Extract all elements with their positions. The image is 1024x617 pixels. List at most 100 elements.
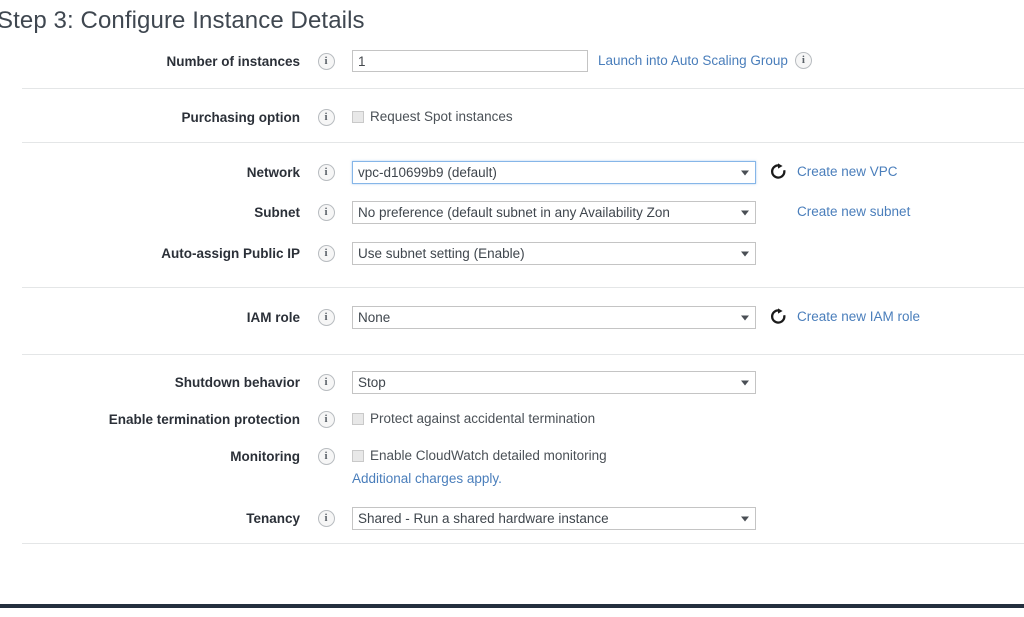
info-icon[interactable]: i — [317, 245, 335, 262]
info-cell-subnet: i — [300, 201, 352, 221]
section-iam-role: IAM role i None Create new IAM role — [0, 288, 1024, 354]
info-cell-auto-assign-public-ip: i — [300, 242, 352, 262]
info-cell-tenancy: i — [300, 507, 352, 527]
row-subnet: Subnet i No preference (default subnet i… — [0, 201, 1024, 242]
label-iam-role: IAM role — [246, 310, 300, 325]
create-new-subnet-link[interactable]: Create new subnet — [797, 201, 910, 219]
section-network: Network i vpc-d10699b9 (default) Create … — [0, 143, 1024, 287]
row-auto-assign-public-ip: Auto-assign Public IP i Use subnet setti… — [0, 242, 1024, 272]
tenancy-select[interactable]: Shared - Run a shared hardware instance — [352, 507, 756, 530]
field-purchasing-option: Request Spot instances — [352, 106, 1024, 124]
label-monitoring: Monitoring — [230, 449, 300, 464]
checkbox-icon[interactable] — [352, 412, 364, 425]
tenancy-select-value: Shared - Run a shared hardware instance — [358, 511, 609, 526]
info-cell-purchasing-option: i — [300, 106, 352, 126]
network-select[interactable]: vpc-d10699b9 (default) — [352, 161, 756, 184]
field-network: vpc-d10699b9 (default) Create new VPC — [352, 161, 1024, 184]
create-new-iam-role-link[interactable]: Create new IAM role — [797, 306, 920, 324]
subnet-select-value: No preference (default subnet in any Ava… — [358, 205, 670, 220]
label-number-of-instances: Number of instances — [166, 54, 300, 69]
row-shutdown-behavior: Shutdown behavior i Stop — [0, 371, 1024, 408]
info-icon[interactable]: i — [317, 204, 335, 221]
auto-assign-public-ip-select-value: Use subnet setting (Enable) — [358, 246, 525, 261]
section-advanced: Shutdown behavior i Stop Enable terminat… — [0, 355, 1024, 543]
subnet-actions: Create new subnet — [756, 201, 910, 219]
page-title: Step 3: Configure Instance Details — [0, 7, 365, 34]
termination-protection-label: Protect against accidental termination — [370, 411, 596, 426]
field-iam-role: None Create new IAM role — [352, 306, 1024, 329]
chevron-down-icon — [741, 380, 749, 385]
field-auto-assign-public-ip: Use subnet setting (Enable) — [352, 242, 1024, 265]
refresh-icon[interactable] — [770, 163, 787, 180]
label-termination-protection: Enable termination protection — [108, 412, 300, 427]
info-cell-shutdown-behavior: i — [300, 371, 352, 391]
chevron-down-icon — [741, 170, 749, 175]
launch-asg-wrap: Launch into Auto Scaling Group i — [598, 50, 812, 69]
create-new-vpc-link[interactable]: Create new VPC — [797, 161, 898, 179]
chevron-down-icon — [741, 315, 749, 320]
info-icon[interactable]: i — [317, 53, 335, 70]
termination-protection-checkbox-row[interactable]: Protect against accidental termination — [352, 408, 595, 426]
network-actions: Create new VPC — [756, 161, 898, 179]
info-cell-network: i — [300, 161, 352, 181]
info-icon[interactable]: i — [317, 411, 335, 428]
chevron-down-icon — [741, 516, 749, 521]
info-icon[interactable]: i — [317, 374, 335, 391]
info-cell-iam-role: i — [300, 306, 352, 326]
network-select-value: vpc-d10699b9 (default) — [358, 165, 497, 180]
checkbox-icon[interactable] — [352, 449, 364, 462]
instance-details-form: Number of instances i Launch into Auto S… — [0, 50, 1024, 544]
iam-role-select-value: None — [358, 310, 391, 325]
shutdown-behavior-select[interactable]: Stop — [352, 371, 756, 394]
label-subnet: Subnet — [254, 205, 300, 220]
checkbox-icon[interactable] — [352, 110, 364, 123]
info-icon[interactable]: i — [317, 309, 335, 326]
label-tenancy: Tenancy — [246, 511, 300, 526]
monitoring-label: Enable CloudWatch detailed monitoring — [370, 448, 607, 463]
shutdown-behavior-select-value: Stop — [358, 375, 386, 390]
row-tenancy: Tenancy i Shared - Run a shared hardware… — [0, 507, 1024, 543]
row-network: Network i vpc-d10699b9 (default) Create … — [0, 161, 1024, 201]
section-instances: Number of instances i Launch into Auto S… — [0, 50, 1024, 88]
field-subnet: No preference (default subnet in any Ava… — [352, 201, 1024, 224]
request-spot-instances-label: Request Spot instances — [370, 109, 513, 124]
field-tenancy: Shared - Run a shared hardware instance — [352, 507, 1024, 530]
label-network: Network — [246, 165, 300, 180]
info-icon[interactable]: i — [317, 510, 335, 527]
info-cell-termination-protection: i — [300, 408, 352, 428]
field-monitoring: Enable CloudWatch detailed monitoring Ad… — [352, 445, 1024, 488]
info-icon[interactable]: i — [317, 448, 335, 465]
label-auto-assign-public-ip: Auto-assign Public IP — [161, 246, 300, 261]
additional-charges-apply-link[interactable]: Additional charges apply. — [352, 471, 502, 486]
monitoring-charges-line: Additional charges apply. — [352, 468, 1024, 488]
launch-into-auto-scaling-group-link[interactable]: Launch into Auto Scaling Group — [598, 53, 788, 68]
field-number-of-instances: Launch into Auto Scaling Group i — [352, 50, 1024, 72]
info-icon[interactable]: i — [317, 109, 335, 126]
chevron-down-icon — [741, 210, 749, 215]
iam-role-actions: Create new IAM role — [756, 306, 920, 324]
row-purchasing-option: Purchasing option i Request Spot instanc… — [0, 89, 1024, 142]
section-purchasing: Purchasing option i Request Spot instanc… — [0, 89, 1024, 142]
field-shutdown-behavior: Stop — [352, 371, 1024, 394]
row-termination-protection: Enable termination protection i Protect … — [0, 408, 1024, 445]
request-spot-instances-checkbox-row[interactable]: Request Spot instances — [352, 106, 513, 124]
info-icon[interactable]: i — [317, 164, 335, 181]
section-divider — [22, 543, 1024, 544]
label-purchasing-option: Purchasing option — [181, 110, 300, 125]
row-iam-role: IAM role i None Create new IAM role — [0, 306, 1024, 336]
iam-role-select[interactable]: None — [352, 306, 756, 329]
chevron-down-icon — [741, 251, 749, 256]
subnet-select[interactable]: No preference (default subnet in any Ava… — [352, 201, 756, 224]
monitoring-checkbox-row[interactable]: Enable CloudWatch detailed monitoring — [352, 445, 1024, 463]
info-icon[interactable]: i — [794, 52, 812, 69]
configure-instance-details-page: Step 3: Configure Instance Details Numbe… — [0, 0, 1024, 617]
refresh-icon[interactable] — [770, 308, 787, 325]
auto-assign-public-ip-select[interactable]: Use subnet setting (Enable) — [352, 242, 756, 265]
footer-rule — [0, 604, 1024, 608]
field-termination-protection: Protect against accidental termination — [352, 408, 1024, 426]
info-cell-monitoring: i — [300, 445, 352, 465]
row-number-of-instances: Number of instances i Launch into Auto S… — [0, 50, 1024, 88]
number-of-instances-input[interactable] — [352, 50, 588, 72]
info-cell-number-of-instances: i — [300, 50, 352, 70]
label-shutdown-behavior: Shutdown behavior — [174, 375, 300, 390]
